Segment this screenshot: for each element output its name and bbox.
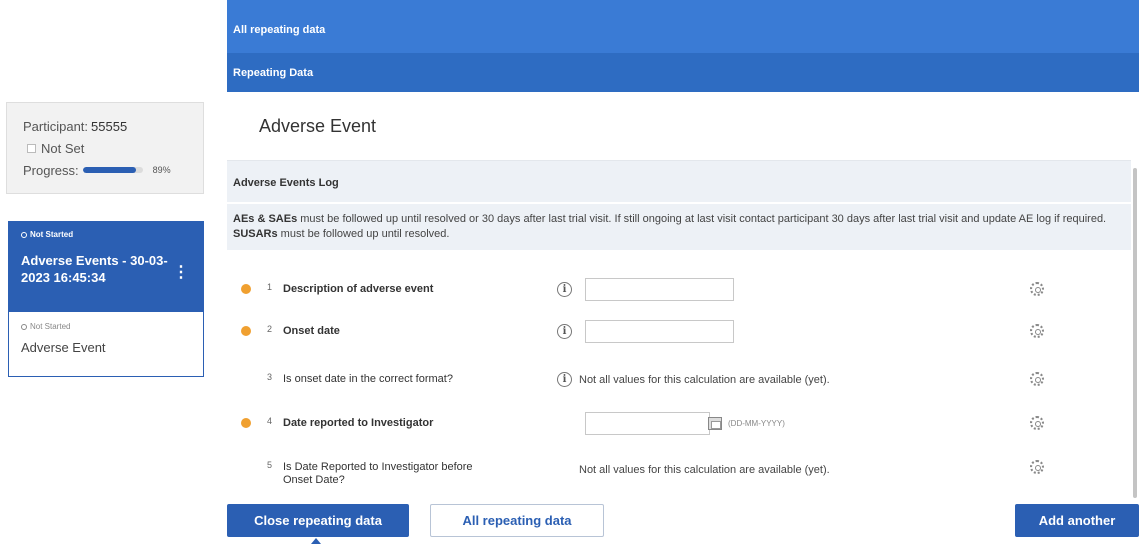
info-icon[interactable]: i bbox=[557, 372, 572, 387]
required-dot-icon bbox=[241, 418, 251, 428]
progress-percent: 89% bbox=[152, 165, 171, 175]
kebab-menu-icon[interactable]: ⋮ bbox=[173, 262, 189, 282]
form-status-label: Not Started bbox=[30, 322, 71, 331]
status-circle-icon bbox=[21, 231, 27, 238]
info-bold-susars: SUSARs bbox=[233, 228, 278, 240]
event-status-label: Not Started bbox=[30, 230, 74, 239]
question-label: Is onset date in the correct format? bbox=[283, 373, 453, 385]
form-status: Not Started bbox=[9, 312, 203, 331]
question-number: 4 bbox=[267, 416, 273, 426]
progress-bar bbox=[82, 167, 143, 173]
date-reported-field[interactable] bbox=[585, 412, 710, 435]
question-label: Date reported to Investigator bbox=[283, 417, 434, 429]
progress-bar-fill bbox=[82, 167, 137, 173]
scrollbar[interactable] bbox=[1133, 168, 1137, 498]
footer-bar: Close repeating data All repeating data … bbox=[227, 498, 1139, 548]
info-icon[interactable]: i bbox=[557, 324, 572, 339]
required-dot-icon bbox=[241, 326, 251, 336]
form-title: Adverse Event bbox=[259, 116, 377, 136]
participant-summary: Participant: 55555 Not Set Progress: 89% bbox=[6, 102, 204, 194]
info-text: AEs & SAEs must be followed up until res… bbox=[227, 204, 1131, 250]
progress-label: Progress: bbox=[23, 162, 79, 178]
all-repeating-data-button[interactable]: All repeating data bbox=[430, 504, 604, 537]
gear-icon[interactable] bbox=[1030, 372, 1044, 386]
date-reported-input[interactable] bbox=[586, 413, 686, 434]
info-text-1: must be followed up until resolved or 30… bbox=[297, 213, 1107, 225]
section-header: Adverse Events Log bbox=[227, 160, 1131, 202]
gear-icon[interactable] bbox=[1030, 282, 1044, 296]
caret-up-icon bbox=[311, 538, 321, 544]
info-bold-aes: AEs & SAEs bbox=[233, 213, 298, 225]
participant-id: 55555 bbox=[91, 118, 128, 134]
repeating-data-bar[interactable]: Repeating Data bbox=[227, 54, 1139, 92]
question-label: Is Date Reported to Investigator before … bbox=[283, 461, 473, 486]
participant-status-row: Not Set bbox=[23, 137, 203, 159]
question-number: 2 bbox=[267, 324, 273, 334]
question-row: 5 Is Date Reported to Investigator befor… bbox=[227, 458, 1131, 494]
gear-icon[interactable] bbox=[1030, 416, 1044, 430]
gear-icon[interactable] bbox=[1030, 324, 1044, 338]
event-card[interactable]: Not Started Adverse Events - 30-03-2023 … bbox=[8, 221, 204, 377]
required-dot-icon bbox=[241, 284, 251, 294]
progress-row: Progress: 89% bbox=[23, 159, 203, 181]
question-row: 1 Description of adverse event i bbox=[227, 278, 1131, 302]
add-another-button[interactable]: Add another bbox=[1015, 504, 1139, 537]
description-input[interactable] bbox=[585, 278, 734, 301]
calculation-status: Not all values for this calculation are … bbox=[579, 464, 830, 476]
question-row: 2 Onset date i bbox=[227, 320, 1131, 344]
main-panel: All repeating data Repeating Data Advers… bbox=[227, 0, 1139, 548]
event-title: Adverse Events - 30-03-2023 16:45:34 bbox=[21, 253, 168, 285]
close-repeating-data-button[interactable]: Close repeating data bbox=[227, 504, 409, 537]
question-row: 4 Date reported to Investigator (DD-MM-Y… bbox=[227, 412, 1131, 436]
question-number: 3 bbox=[267, 372, 273, 382]
participant-status: Not Set bbox=[41, 140, 85, 156]
question-row: 3 Is onset date in the correct format? i… bbox=[227, 370, 1131, 390]
question-number: 5 bbox=[267, 460, 273, 470]
event-card-header[interactable]: Not Started Adverse Events - 30-03-2023 … bbox=[9, 222, 203, 312]
question-label: Onset date bbox=[283, 325, 340, 337]
participant-label: Participant: bbox=[23, 118, 89, 134]
event-status: Not Started bbox=[21, 230, 193, 239]
onset-date-input[interactable] bbox=[585, 320, 734, 343]
question-number: 1 bbox=[267, 282, 273, 292]
info-text-2: must be followed up until resolved. bbox=[277, 228, 450, 240]
calculation-status: Not all values for this calculation are … bbox=[579, 374, 830, 386]
info-icon[interactable]: i bbox=[557, 282, 572, 297]
question-label: Description of adverse event bbox=[283, 283, 434, 295]
form-link-adverse-event[interactable]: Adverse Event bbox=[9, 331, 203, 355]
calendar-icon[interactable] bbox=[708, 417, 722, 430]
participant-row: Participant: 55555 bbox=[23, 115, 203, 137]
status-checkbox-icon[interactable] bbox=[27, 143, 36, 153]
date-format-hint: (DD-MM-YYYY) bbox=[728, 419, 785, 428]
gear-icon[interactable] bbox=[1030, 460, 1044, 474]
all-repeating-data-bar[interactable]: All repeating data bbox=[227, 0, 1139, 54]
status-circle-icon bbox=[21, 323, 27, 330]
